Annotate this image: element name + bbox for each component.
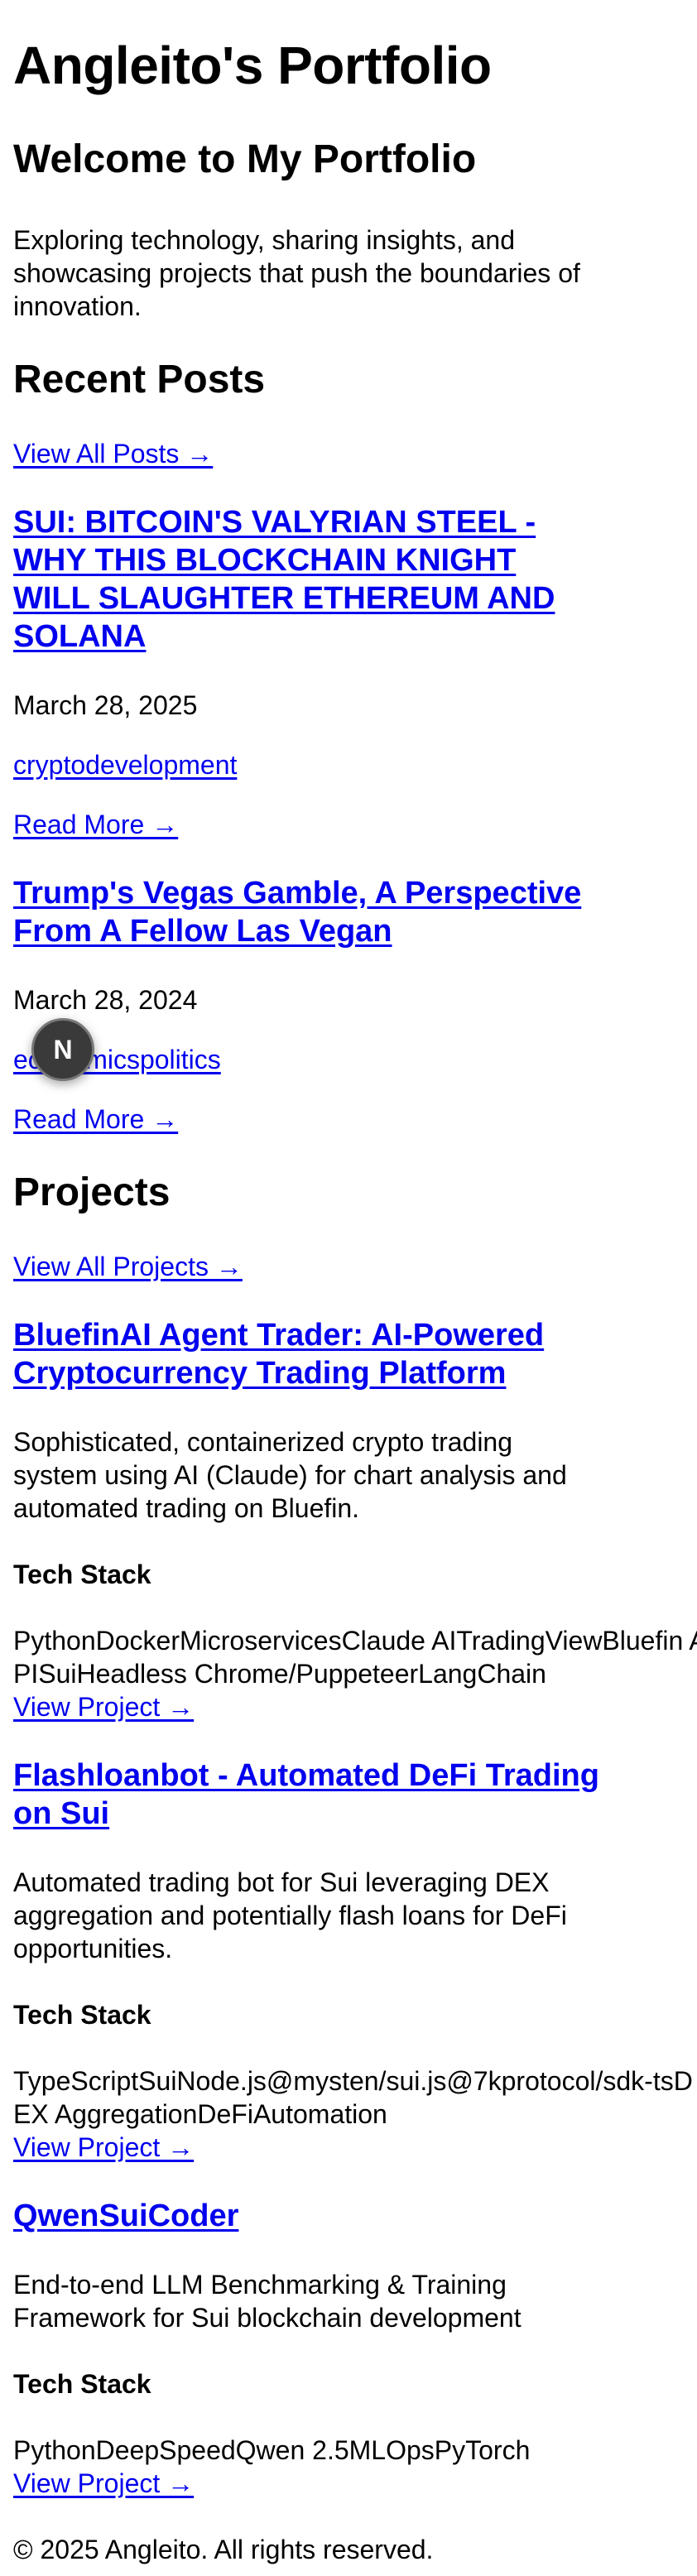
tech-tag: Automation [252,2099,387,2129]
tech-tag: TradingView [456,1626,603,1656]
footer-copyright: © 2025 Angleito. All rights reserved. [13,2535,434,2564]
site-title: Angleito's Portfolio [13,36,492,95]
post-title-link[interactable]: SUI: BITCOIN'S VALYRIAN STEEL - WHY THIS… [13,503,601,656]
tech-stack-heading: Tech Stack [13,1560,151,1589]
dev-tools-badge[interactable]: N [31,1018,94,1081]
tech-tag: Sui [138,2066,177,2096]
tech-stack-heading: Tech Stack [13,2000,151,2030]
tech-tag: @mysten/sui.js [266,2066,447,2096]
read-more-link[interactable]: Read More → [13,1103,601,1136]
project-item: BluefinAI Agent Trader: AI-Powered Crypt… [13,1316,697,1723]
post-date: March 28, 2024 [13,985,198,1015]
view-all-projects-link[interactable]: View All Projects → [13,1250,601,1283]
page-content: Angleito's Portfolio Welcome to My Portf… [13,0,697,2566]
project-description: End-to-end LLM Benchmarking & Training F… [13,2270,522,2333]
tech-tag: Headless Chrome/Puppeteer [76,1659,419,1689]
tech-stack-heading: Tech Stack [13,2369,151,2399]
tech-tag: Python [13,2435,96,2465]
view-project-link[interactable]: View Project → [13,2131,601,2164]
project-description: Sophisticated, containerized crypto trad… [13,1427,567,1523]
tech-tag: PyTorch [434,2435,531,2465]
tech-stack-list: PythonDockerMicroservicesClaude AITradin… [13,1624,697,1690]
projects-section: Projects View All Projects → BluefinAI A… [13,1169,697,2500]
view-project-link[interactable]: View Project → [13,1690,601,1723]
tech-tag: Sui [38,1659,77,1689]
tech-tag: Claude AI [341,1626,457,1656]
tech-tag: DeFi [197,2099,253,2129]
tech-tag: Node.js [176,2066,267,2096]
read-more-link[interactable]: Read More → [13,808,601,841]
badge-letter: N [53,1034,73,1065]
tech-tag: Microservices [179,1626,342,1656]
tech-stack-list: TypeScriptSuiNode.js@mysten/sui.js@7kpro… [13,2064,697,2131]
post-item: Trump's Vegas Gamble, A Perspective From… [13,874,601,1136]
post-item: SUI: BITCOIN'S VALYRIAN STEEL - WHY THIS… [13,503,601,841]
recent-posts-section: Recent Posts View All Posts → SUI: BITCO… [13,356,601,1136]
view-all-posts-link[interactable]: View All Posts → [13,437,601,470]
project-title-link[interactable]: Flashloanbot - Automated DeFi Trading on… [13,1757,601,1833]
tech-tag: MLOps [348,2435,435,2465]
tech-stack-list: PythonDeepSpeedQwen 2.5MLOpsPyTorch [13,2434,697,2467]
tech-tag: Qwen 2.5 [235,2435,349,2465]
project-title-link[interactable]: QwenSuiCoder [13,2197,601,2235]
tech-tag: @7kprotocol/sdk-ts [446,2066,674,2096]
project-item: QwenSuiCoder End-to-end LLM Benchmarking… [13,2197,601,2500]
intro-text: Exploring technology, sharing insights, … [13,225,580,321]
view-project-link[interactable]: View Project → [13,2467,601,2500]
post-title-link[interactable]: Trump's Vegas Gamble, A Perspective From… [13,874,601,950]
post-tags-link[interactable]: economicspolitics [13,1043,601,1076]
tech-tag: DeepSpeed [95,2435,236,2465]
post-tags-link[interactable]: cryptodevelopment [13,748,601,781]
projects-heading: Projects [13,1170,171,1214]
project-item: Flashloanbot - Automated DeFi Trading on… [13,1757,693,2164]
project-title-link[interactable]: BluefinAI Agent Trader: AI-Powered Crypt… [13,1316,601,1392]
welcome-heading: Welcome to My Portfolio [13,137,477,181]
tech-tag: LangChain [418,1659,546,1689]
tech-tag: Docker [95,1626,180,1656]
project-description: Automated trading bot for Sui leveraging… [13,1867,567,1963]
tech-tag: TypeScript [13,2066,139,2096]
welcome-section: Welcome to My Portfolio Exploring techno… [13,136,601,323]
recent-posts-heading: Recent Posts [13,358,266,401]
post-date: March 28, 2025 [13,690,198,720]
tech-tag: Python [13,1626,96,1656]
